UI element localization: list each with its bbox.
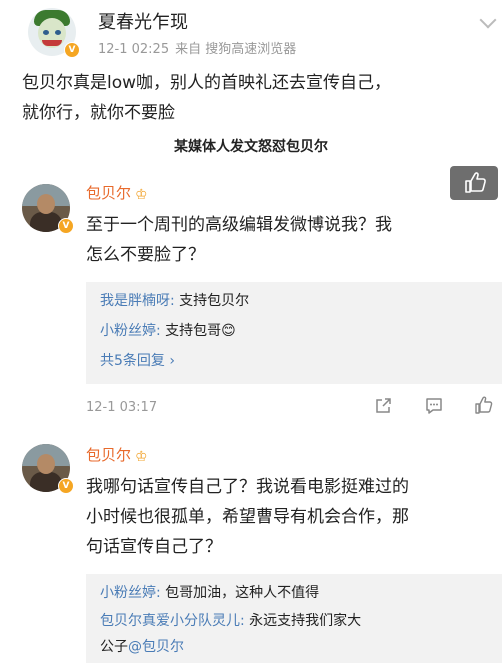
reply-author[interactable]: 包贝尔真爱小分队灵儿: (100, 613, 245, 629)
thumbs-up-icon[interactable] (474, 395, 494, 415)
comment-item: V 包贝尔 ♔ 我哪句话宣传自己了？我说看电影挺难过的 小时候也很孤单，希望曹导有… (0, 436, 502, 663)
comment-author[interactable]: 包贝尔 ♔ (86, 444, 151, 465)
post-time: 12-1 02:25 (98, 42, 170, 57)
crown-icon: ♔ (135, 449, 148, 465)
comment-body: 我哪句话宣传自己了？我说看电影挺难过的 小时候也很孤单，希望曹导有机会合作，那 … (86, 477, 409, 557)
reply-item[interactable]: 我是胖楠呀: 支持包贝尔 (100, 290, 249, 310)
verified-icon: V (64, 42, 80, 58)
reply-item[interactable]: 小粉丝婷: 支持包哥😊 (100, 320, 236, 340)
chevron-down-icon[interactable] (479, 11, 497, 29)
poster-username[interactable]: 夏春光乍现 (98, 8, 188, 34)
weibo-post: V 夏春光乍现 12-1 02:25 来自 搜狗高速浏览器 包贝尔真是low咖，别… (0, 0, 502, 170)
reply-author[interactable]: 我是胖楠呀: (100, 293, 175, 309)
reply-box: 小粉丝婷: 包哥加油，这种人不值得 包贝尔真爱小分队灵儿: 永远支持我们家大 公… (86, 574, 502, 663)
reply-item-continued: 公子@包贝尔 (100, 639, 184, 655)
comment-body: 至于一个周刊的高级编辑发微博说我？我 怎么不要脸了？ (86, 215, 392, 265)
post-text-line: 就你行，就你不要脸 (22, 103, 175, 123)
comment-icon[interactable] (424, 396, 444, 416)
mention-link[interactable]: @包贝尔 (128, 639, 184, 655)
post-source: 来自 搜狗高速浏览器 (175, 42, 297, 57)
reply-author[interactable]: 小粉丝婷: (100, 585, 161, 601)
comment-author[interactable]: 包贝尔 ♔ (86, 182, 151, 203)
post-meta: 12-1 02:25 来自 搜狗高速浏览器 (98, 38, 296, 57)
reply-box: 我是胖楠呀: 支持包贝尔 小粉丝婷: 支持包哥😊 共5条回复 › (86, 282, 502, 384)
crown-icon: ♔ (135, 187, 148, 203)
comment-time: 12-1 03:17 (86, 400, 158, 415)
more-replies-link[interactable]: 共5条回复 › (100, 350, 175, 370)
verified-icon: V (58, 478, 74, 494)
post-text-line: 包贝尔真是low咖，别人的首映礼还去宣传自己， (22, 73, 392, 93)
reply-item[interactable]: 小粉丝婷: 包哥加油，这种人不值得 (100, 582, 319, 602)
reply-author[interactable]: 小粉丝婷: (100, 323, 161, 339)
post-body: 包贝尔真是low咖，别人的首映礼还去宣传自己， 就你行，就你不要脸 (22, 68, 482, 128)
share-icon[interactable] (373, 396, 393, 416)
image-caption: 某媒体人发文怒怼包贝尔 (174, 139, 328, 155)
comment-item: V 包贝尔 ♔ 至于一个周刊的高级编辑发微博说我？我 怎么不要脸了？ 我是胖楠呀:… (0, 172, 502, 432)
reply-item[interactable]: 包贝尔真爱小分队灵儿: 永远支持我们家大 (100, 610, 361, 630)
verified-icon: V (58, 218, 74, 234)
